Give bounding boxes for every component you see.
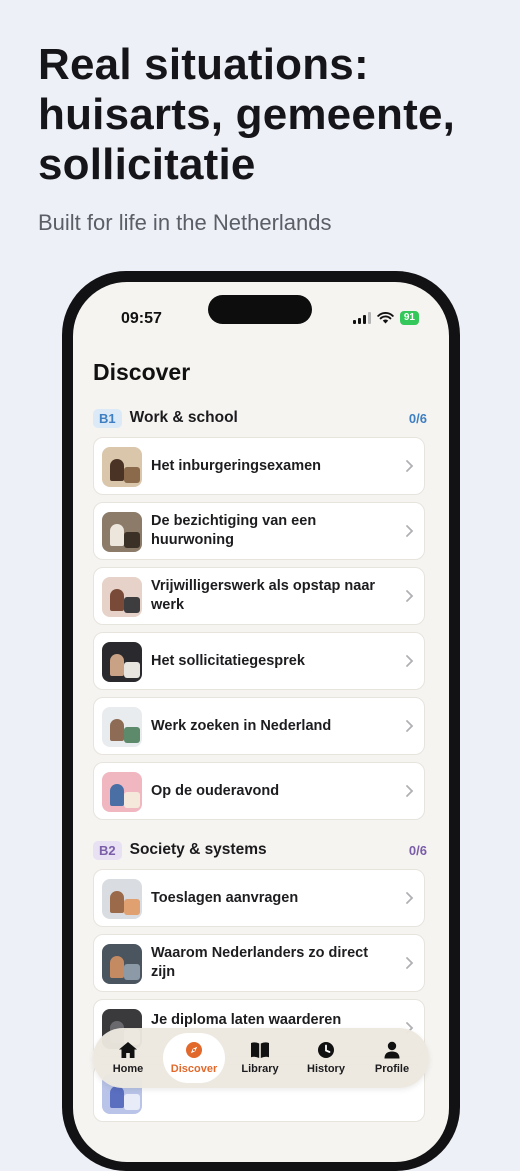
lesson-thumbnail — [102, 944, 142, 984]
lesson-title: Toeslagen aanvragen — [151, 889, 299, 906]
level-badge: B2 — [93, 840, 122, 860]
tab-home[interactable]: Home — [97, 1033, 159, 1083]
chevron-right-icon — [406, 655, 414, 667]
tab-label: Discover — [170, 1063, 218, 1075]
chevron-right-icon — [406, 957, 414, 969]
section-title: Work & school — [129, 409, 238, 426]
chevron-right-icon — [406, 785, 414, 797]
person-icon — [384, 1041, 400, 1059]
battery-indicator: 91 — [399, 311, 419, 325]
tab-label: Library — [241, 1063, 279, 1075]
lesson-card[interactable]: Op de ouderavond — [93, 762, 425, 820]
clock-icon — [318, 1042, 334, 1058]
headline-line: Real situations: — [38, 40, 369, 89]
lesson-thumbnail — [102, 879, 142, 919]
compass-icon — [186, 1042, 202, 1058]
tab-library[interactable]: Library — [229, 1033, 291, 1083]
level-badge: B1 — [93, 408, 122, 428]
lesson-thumbnail — [102, 642, 142, 682]
lesson-title: Waarom Nederlanders zo direct zijn — [151, 945, 369, 980]
promo-subheadline: Built for life in the Netherlands — [38, 210, 332, 235]
home-icon — [119, 1042, 137, 1058]
lesson-thumbnail — [102, 577, 142, 617]
tab-label: Home — [112, 1063, 144, 1075]
section-progress: 0/6 — [408, 842, 427, 858]
app-screen: 09:57 91 Discover B1 Work & school 0/6 H… — [73, 282, 449, 1162]
tab-label: Profile — [374, 1063, 410, 1075]
section-header-b1: B1 Work & school 0/6 — [93, 407, 427, 429]
section-title: Society & systems — [129, 841, 267, 858]
lesson-card[interactable]: Werk zoeken in Nederland — [93, 697, 425, 755]
lesson-thumbnail — [102, 772, 142, 812]
lesson-thumbnail — [102, 512, 142, 552]
lesson-title: Het inburgeringsexamen — [151, 457, 322, 474]
tab-bar: Home Discover Library History Profile — [93, 1028, 429, 1088]
lesson-card[interactable]: Het inburgeringsexamen — [93, 437, 425, 495]
tab-history[interactable]: History — [295, 1033, 357, 1083]
status-time: 09:57 — [121, 310, 162, 327]
status-icons: 91 — [352, 311, 419, 325]
signal-icon — [352, 312, 371, 324]
chevron-right-icon — [406, 720, 414, 732]
section-header-b2: B2 Society & systems 0/6 — [93, 839, 427, 861]
lesson-thumbnail — [102, 707, 142, 747]
section-progress: 0/6 — [408, 410, 427, 426]
chevron-right-icon — [406, 525, 414, 537]
lesson-title: Het sollicitatiegesprek — [151, 652, 305, 669]
lesson-title: Op de ouderavond — [151, 782, 280, 799]
chevron-right-icon — [406, 892, 414, 904]
promo-headline: Real situations: huisarts, gemeente, sol… — [38, 40, 508, 190]
phone-frame: 09:57 91 Discover B1 Work & school 0/6 H… — [62, 271, 460, 1171]
dynamic-island — [208, 295, 312, 324]
headline-line: sollicitatie — [38, 140, 256, 189]
tab-discover[interactable]: Discover — [163, 1033, 225, 1083]
tab-profile[interactable]: Profile — [361, 1033, 423, 1083]
lesson-card[interactable]: De bezichtiging van een huurwoning — [93, 502, 425, 560]
lesson-card[interactable]: Toeslagen aanvragen — [93, 869, 425, 927]
lesson-card[interactable]: Vrijwilligerswerk als opstap naar werk — [93, 567, 425, 625]
lesson-card[interactable]: Waarom Nederlanders zo direct zijn — [93, 934, 425, 992]
lesson-title: De bezichtiging van een huurwoning — [151, 513, 317, 548]
chevron-right-icon — [406, 590, 414, 602]
lesson-title: Vrijwilligerswerk als opstap naar werk — [151, 578, 376, 613]
book-icon — [251, 1042, 269, 1058]
page-title: Discover — [93, 359, 191, 385]
tab-label: History — [307, 1063, 345, 1075]
lesson-title: Werk zoeken in Nederland — [151, 717, 332, 734]
headline-line: huisarts, gemeente, — [38, 90, 456, 139]
chevron-right-icon — [406, 460, 414, 472]
wifi-icon — [377, 312, 394, 324]
lesson-card[interactable]: Het sollicitatiegesprek — [93, 632, 425, 690]
lesson-thumbnail — [102, 447, 142, 487]
